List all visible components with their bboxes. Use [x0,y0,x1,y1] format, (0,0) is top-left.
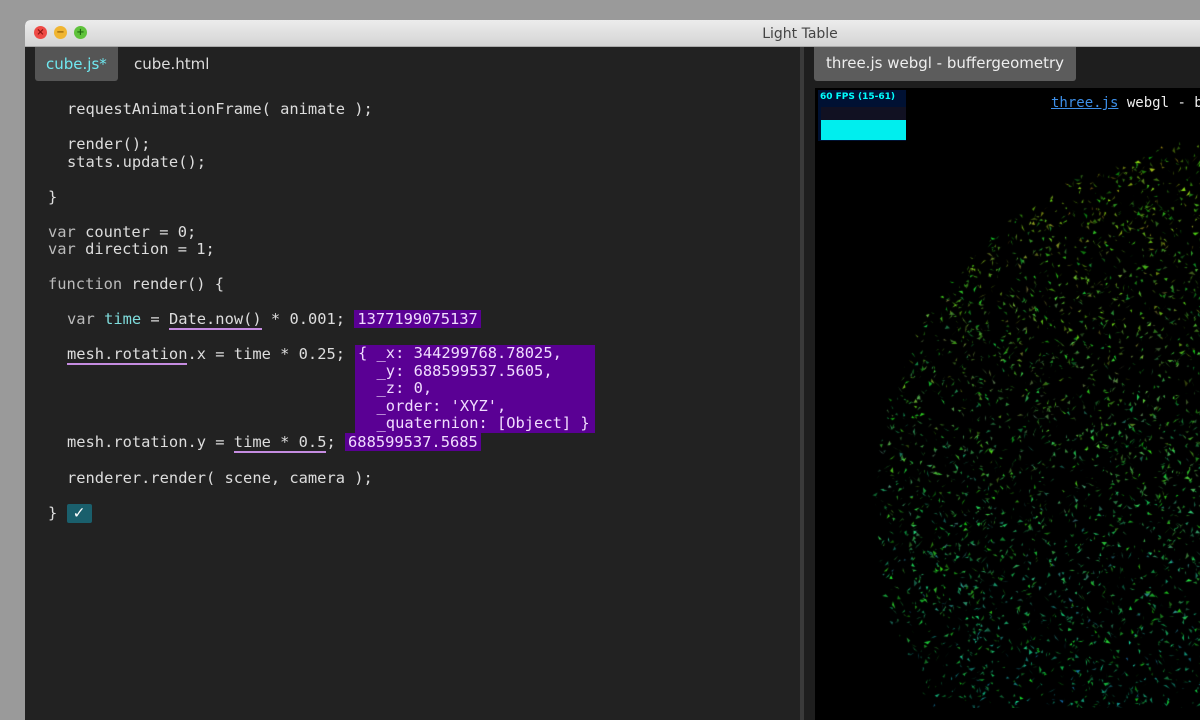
code-text: = [141,310,169,328]
fps-graph [821,107,906,140]
inline-result-time[interactable]: 1377199075137 [354,310,481,328]
code-line: var time = Date.now() * 0.001; 137719907… [67,310,481,330]
tab-preview[interactable]: three.js webgl - buffergeometry [814,47,1077,81]
webgl-viewport[interactable]: 60 FPS (15-61) three.js webgl - bufferge… [815,88,1200,720]
code-line: mesh.rotation.x = time * 0.25; [67,345,345,365]
watched-expression[interactable]: Date.now() [168,310,262,330]
inline-result-rotation-x[interactable]: { _x: 344299768.78025, _y: 688599537.560… [355,344,595,433]
demo-info: three.js webgl - buffergeometry [1051,95,1200,111]
title-bar: × − + Light Table [25,20,1200,47]
code-text: mesh.rotation.y = [67,433,234,451]
code-text: counter = 0; [75,223,197,241]
code-line: stats.update(); [67,153,206,171]
code-text: * 0.001; [261,310,346,328]
light-table-window: × − + Light Table cube.js* cube.html req… [25,20,1200,720]
fps-text: 60 FPS (15-61) [820,92,896,102]
editor-pane[interactable]: cube.js* cube.html requestAnimationFrame… [25,47,800,720]
watched-expression[interactable]: mesh.rotation [67,345,188,365]
code-line: } [48,188,58,206]
code-text: render() { [122,275,225,293]
variable: time [104,310,142,328]
fps-graph-bar [821,120,906,140]
editor-tabs: cube.js* cube.html [25,47,800,82]
code-text: direction = 1; [75,240,215,258]
preview-pane: three.js webgl - buffergeometry 60 FPS (… [804,47,1200,720]
code-line: var counter = 0; [48,223,196,241]
threejs-link[interactable]: three.js [1051,95,1118,111]
inline-result-rotation-y[interactable]: 688599537.5685 [345,433,481,451]
code-editor[interactable]: requestAnimationFrame( animate ); render… [25,47,595,523]
fps-stats-widget[interactable]: 60 FPS (15-61) [818,90,906,141]
tab-cube-html[interactable]: cube.html [123,47,220,81]
particle-canvas [815,88,1200,708]
info-text: webgl - buffergeometry [1126,95,1200,111]
keyword: var [48,223,76,241]
code-text: .x = time * 0.25; [187,345,345,363]
code-line: function render() { [48,275,224,293]
code-line: } ✓ [48,504,92,523]
keyword: var [67,310,105,328]
code-line: var direction = 1; [48,240,215,258]
keyword: var [48,240,76,258]
code-line: requestAnimationFrame( animate ); [67,100,373,118]
code-text: ; [326,433,336,451]
code-line: renderer.render( scene, camera ); [67,469,373,487]
code-line: render(); [67,135,151,153]
eval-success-checkmark-icon: ✓ [66,504,92,523]
keyword: function [48,275,123,293]
code-text: } [48,504,58,522]
code-line: mesh.rotation.y = time * 0.5; 688599537.… [67,433,481,453]
window-title: Light Table [762,26,838,42]
watched-expression[interactable]: time * 0.5 [233,433,327,453]
